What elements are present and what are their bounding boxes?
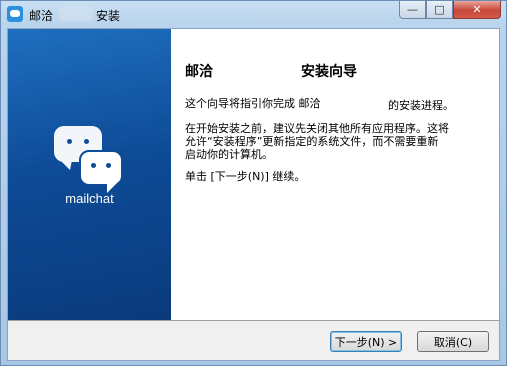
- title-redaction: [59, 5, 93, 21]
- advice-text-line-3: 启动你的计算机。: [185, 148, 273, 161]
- heading-title: 安装向导: [301, 64, 357, 80]
- next-button-label: 下一步(N) >: [334, 335, 398, 349]
- maximize-icon: □: [434, 3, 445, 16]
- minimize-button[interactable]: —: [399, 1, 426, 19]
- chat-bubble-icon: [79, 150, 123, 193]
- cancel-button-label: 取消(C): [433, 335, 473, 349]
- installer-window: 邮洽 安装 — □ ✕ mailchat 邮洽 安装向导 这个向导将指引你完成 …: [0, 0, 507, 366]
- minimize-icon: —: [407, 3, 418, 16]
- logo-text: mailchat: [65, 191, 114, 206]
- heading-app-name: 邮洽: [185, 64, 213, 80]
- wizard-banner: mailchat: [8, 29, 171, 320]
- advice-text-line-2: 允许“安装程序”更新指定的系统文件，而不需要重新: [185, 135, 439, 148]
- bubble-eye: [106, 163, 111, 168]
- next-button[interactable]: 下一步(N) >: [330, 331, 402, 352]
- bubble-eye: [84, 139, 89, 144]
- title-bar[interactable]: 邮洽 安装 — □ ✕: [1, 1, 506, 27]
- advice-text-line-1: 在开始安装之前，建议先关闭其他所有应用程序。这将: [185, 122, 449, 135]
- wizard-content: 邮洽 安装向导 这个向导将指引你完成 邮洽 的安装进程。 在开始安装之前，建议先…: [171, 29, 499, 320]
- text-redaction: [339, 95, 379, 111]
- intro-text-end: 的安装进程。: [388, 99, 454, 112]
- wizard-client-area: mailchat 邮洽 安装向导 这个向导将指引你完成 邮洽 的安装进程。 在开…: [7, 28, 500, 361]
- close-icon: ✕: [472, 3, 482, 16]
- bubble-eye: [67, 139, 72, 144]
- bubble-eye: [91, 163, 96, 168]
- window-title-suffix: 安装: [96, 9, 121, 23]
- app-icon: [7, 6, 23, 22]
- close-button[interactable]: ✕: [453, 1, 501, 19]
- maximize-button[interactable]: □: [426, 1, 453, 19]
- continue-instruction: 单击 [下一步(N)] 继续。: [185, 170, 306, 183]
- intro-text: 这个向导将指引你完成 邮洽: [185, 97, 321, 110]
- button-bar: 下一步(N) > 取消(C): [8, 320, 499, 360]
- window-title-name: 邮洽: [29, 9, 54, 23]
- cancel-button[interactable]: 取消(C): [417, 331, 489, 352]
